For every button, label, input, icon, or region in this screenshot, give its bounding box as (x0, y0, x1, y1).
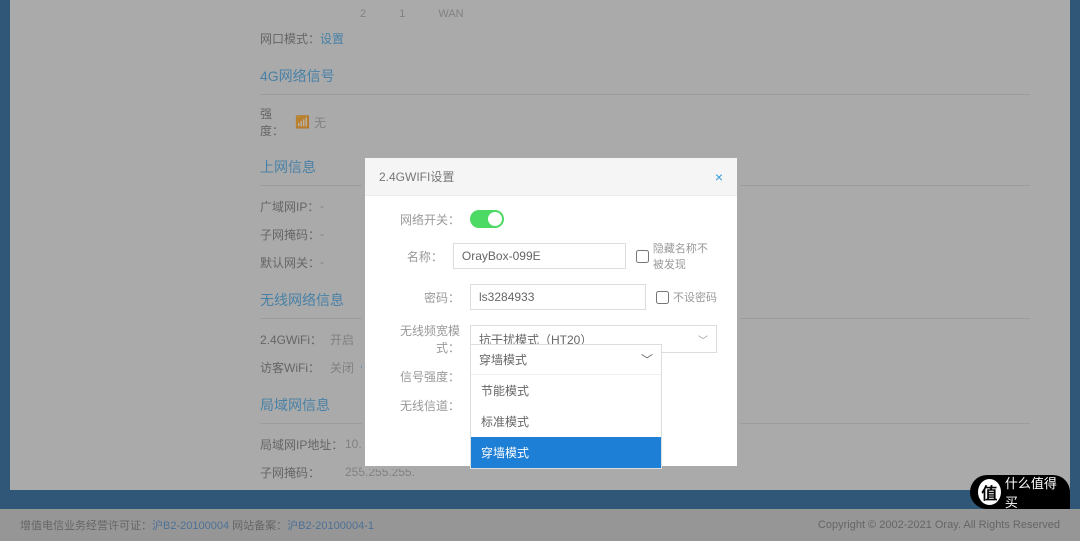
wifi-settings-modal: 2.4GWIFI设置 × 网络开关： 名称： 隐藏名称不被发现 密码： 不设密码… (362, 155, 740, 469)
pwd-label: 密码： (385, 289, 460, 306)
chevron-down-icon: ﹀ (641, 351, 653, 368)
hide-name-checkbox[interactable] (636, 250, 649, 263)
bandwidth-label: 无线频宽模式： (385, 322, 460, 356)
hide-name-label: 隐藏名称不被发现 (653, 240, 717, 272)
no-pwd-label: 不设密码 (673, 289, 717, 305)
name-label: 名称： (385, 248, 443, 265)
modal-header: 2.4GWIFI设置 × (365, 158, 737, 196)
close-icon[interactable]: × (715, 169, 723, 185)
signal-select[interactable]: 穿墙模式﹀ (471, 345, 661, 374)
modal-body: 网络开关： 名称： 隐藏名称不被发现 密码： 不设密码 无线频宽模式： 抗干扰模… (365, 196, 737, 466)
modal-title: 2.4GWIFI设置 (379, 168, 454, 185)
network-toggle[interactable] (470, 210, 504, 228)
badge-text: 什么值得买 (1005, 473, 1062, 511)
smzdm-badge[interactable]: 值 什么值得买 (970, 475, 1070, 509)
switch-label: 网络开关： (385, 211, 460, 228)
password-input[interactable] (470, 284, 646, 310)
signal-strength-label: 信号强度： (385, 368, 460, 385)
option-standard[interactable]: 标准模式 (471, 406, 661, 437)
option-power-saving[interactable]: 节能模式 (471, 375, 661, 406)
chevron-down-icon: ﹀ (698, 332, 708, 347)
channel-label: 无线信道： (385, 397, 460, 414)
signal-strength-dropdown: 穿墙模式﹀ 节能模式 标准模式 穿墙模式 (470, 344, 662, 469)
option-wall-penetration[interactable]: 穿墙模式 (471, 437, 661, 468)
no-pwd-checkbox[interactable] (656, 291, 669, 304)
badge-icon: 值 (978, 479, 1001, 505)
name-input[interactable] (453, 243, 626, 269)
